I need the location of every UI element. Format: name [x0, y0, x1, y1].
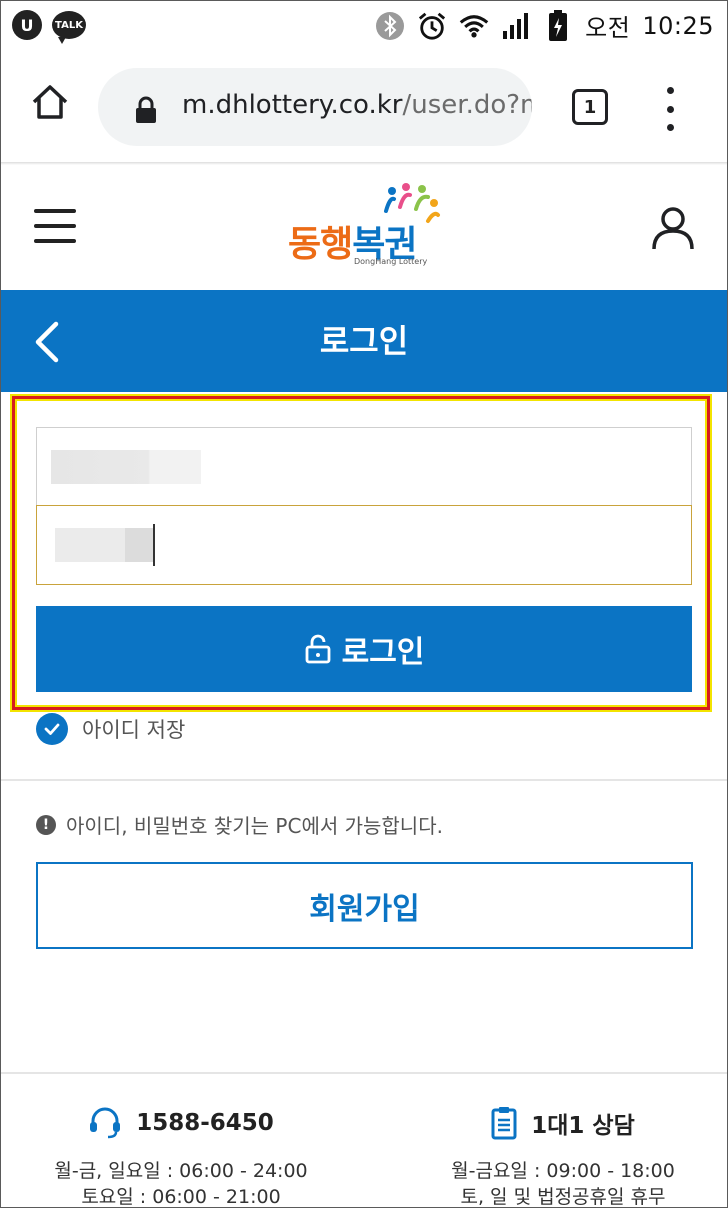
notice-text: 아이디, 비밀번호 찾기는 PC에서 가능합니다.	[66, 814, 443, 838]
bluetooth-icon	[375, 11, 405, 41]
save-id-checkbox[interactable]: 아이디 저장	[36, 712, 185, 746]
divider	[0, 779, 728, 781]
back-button[interactable]	[30, 320, 66, 364]
kakaotalk-icon: TALK	[52, 11, 86, 44]
user-icon	[652, 207, 694, 250]
battery-charging-icon	[543, 9, 573, 41]
browser-toolbar: m.dhlottery.co.kr/user.do?m 1	[0, 52, 728, 162]
notice: ! 아이디, 비밀번호 찾기는 PC에서 가능합니다.	[36, 810, 443, 839]
headset-icon	[90, 1107, 121, 1139]
exclamation-icon: !	[36, 814, 56, 835]
page-title-bar: 로그인	[0, 290, 728, 392]
login-button-label: 로그인	[341, 635, 425, 670]
hamburger-menu-icon[interactable]	[34, 209, 76, 243]
status-bar: U TALK 오전 10:25	[0, 0, 728, 52]
phone-hours-weekday: 월-금, 일요일 : 06:00 - 24:00	[54, 1160, 308, 1182]
phone-number[interactable]: 1588-6450	[136, 1110, 274, 1136]
u-plus-icon: U	[12, 10, 42, 40]
logo-subtitle: DongHang Lottery	[354, 257, 428, 266]
divider	[0, 1072, 728, 1074]
chat-title[interactable]: 1대1 상담	[531, 1106, 635, 1140]
blurred-user-id	[51, 450, 201, 484]
unlock-icon	[304, 634, 332, 664]
home-button[interactable]	[28, 80, 72, 124]
status-ampm: 오전	[585, 14, 631, 42]
chat-hours-weekday: 월-금요일 : 09:00 - 18:00	[451, 1160, 675, 1182]
url-path: /user.do?m	[402, 90, 532, 120]
chat-support: 1대1 상담 월-금요일 : 09:00 - 18:00 토, 일 및 법정공휴…	[414, 1102, 712, 1210]
status-time: 10:25	[642, 11, 714, 40]
site-header: 동행복권 DongHang Lottery	[0, 165, 728, 290]
password-field[interactable]	[36, 505, 692, 585]
more-options-icon[interactable]	[658, 87, 682, 131]
status-right-icons: 오전 10:25	[375, 8, 714, 43]
chat-hours-weekend: 토, 일 및 법정공휴일 휴무	[460, 1186, 666, 1208]
tab-switcher-button[interactable]: 1	[572, 89, 608, 125]
user-account-button[interactable]	[650, 205, 696, 251]
checkmark-icon[interactable]	[36, 713, 68, 745]
blurred-password	[55, 528, 155, 562]
lock-icon	[136, 96, 156, 123]
signup-button[interactable]: 회원가입	[36, 862, 693, 949]
signal-icon	[501, 11, 531, 41]
home-icon	[32, 85, 68, 119]
status-left-icons: U TALK	[12, 10, 86, 44]
save-id-label: 아이디 저장	[82, 718, 186, 742]
phone-hours-saturday: 토요일 : 06:00 - 21:00	[81, 1186, 281, 1208]
donghang-lottery-logo[interactable]: 동행복권 DongHang Lottery	[286, 183, 446, 269]
url-host: m.dhlottery.co.kr	[182, 90, 403, 120]
phone-support: 1588-6450 월-금, 일요일 : 06:00 - 24:00 토요일 :…	[42, 1102, 320, 1210]
address-bar[interactable]: m.dhlottery.co.kr/user.do?m	[98, 68, 532, 146]
wifi-icon	[459, 11, 489, 41]
url-text[interactable]: m.dhlottery.co.kr/user.do?m	[182, 90, 532, 120]
page-title: 로그인	[319, 322, 409, 360]
clipboard-icon	[491, 1107, 517, 1140]
login-button[interactable]: 로그인	[36, 606, 692, 692]
alarm-icon	[417, 11, 447, 41]
chevron-left-icon	[35, 321, 59, 363]
text-cursor	[153, 524, 155, 566]
user-id-field[interactable]	[36, 427, 692, 507]
